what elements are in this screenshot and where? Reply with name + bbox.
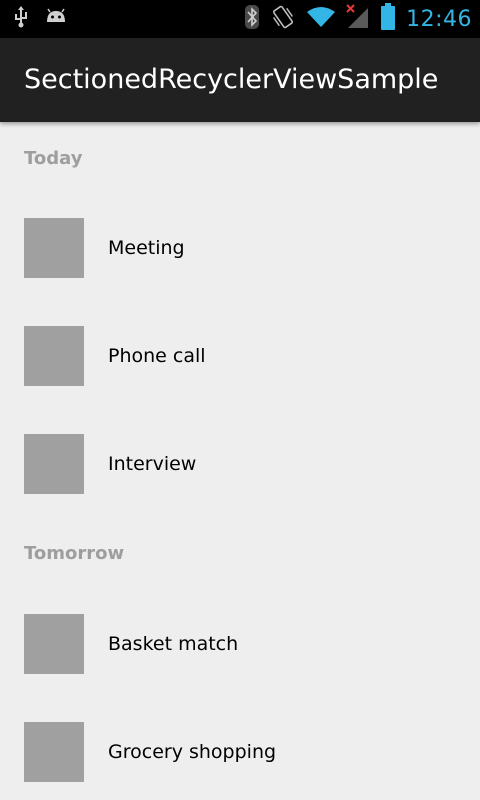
status-bar: 12:46: [0, 0, 480, 38]
sectioned-list[interactable]: Today Meeting Phone call Interview Tomor…: [0, 122, 480, 800]
app-title: SectionedRecyclerViewSample: [24, 64, 439, 95]
wifi-icon: [306, 5, 336, 33]
app-bar: SectionedRecyclerViewSample: [0, 38, 480, 122]
item-thumbnail: [24, 434, 84, 494]
item-label: Meeting: [108, 237, 185, 259]
usb-icon: [14, 6, 28, 32]
list-item[interactable]: Meeting: [0, 194, 480, 302]
list-item[interactable]: Interview: [0, 410, 480, 518]
item-thumbnail: [24, 614, 84, 674]
item-label: Interview: [108, 453, 197, 475]
item-thumbnail: [24, 326, 84, 386]
android-debug-icon: [44, 8, 68, 30]
section-header-tomorrow: Tomorrow: [24, 543, 125, 564]
status-clock: 12:46: [406, 6, 472, 32]
item-label: Basket match: [108, 633, 239, 655]
bluetooth-icon: [244, 4, 260, 34]
item-thumbnail: [24, 722, 84, 782]
status-left-icons: [14, 0, 68, 38]
list-item[interactable]: Phone call: [0, 302, 480, 410]
list-item[interactable]: Basket match: [0, 590, 480, 698]
item-label: Phone call: [108, 345, 206, 367]
battery-icon: [380, 3, 396, 35]
status-right-icons: 12:46: [244, 0, 472, 38]
section-header-today: Today: [24, 148, 83, 169]
list-item[interactable]: Grocery shopping: [0, 698, 480, 800]
vibrate-icon: [270, 4, 296, 34]
item-thumbnail: [24, 218, 84, 278]
signal-no-service-icon: [346, 4, 370, 34]
item-label: Grocery shopping: [108, 741, 277, 763]
